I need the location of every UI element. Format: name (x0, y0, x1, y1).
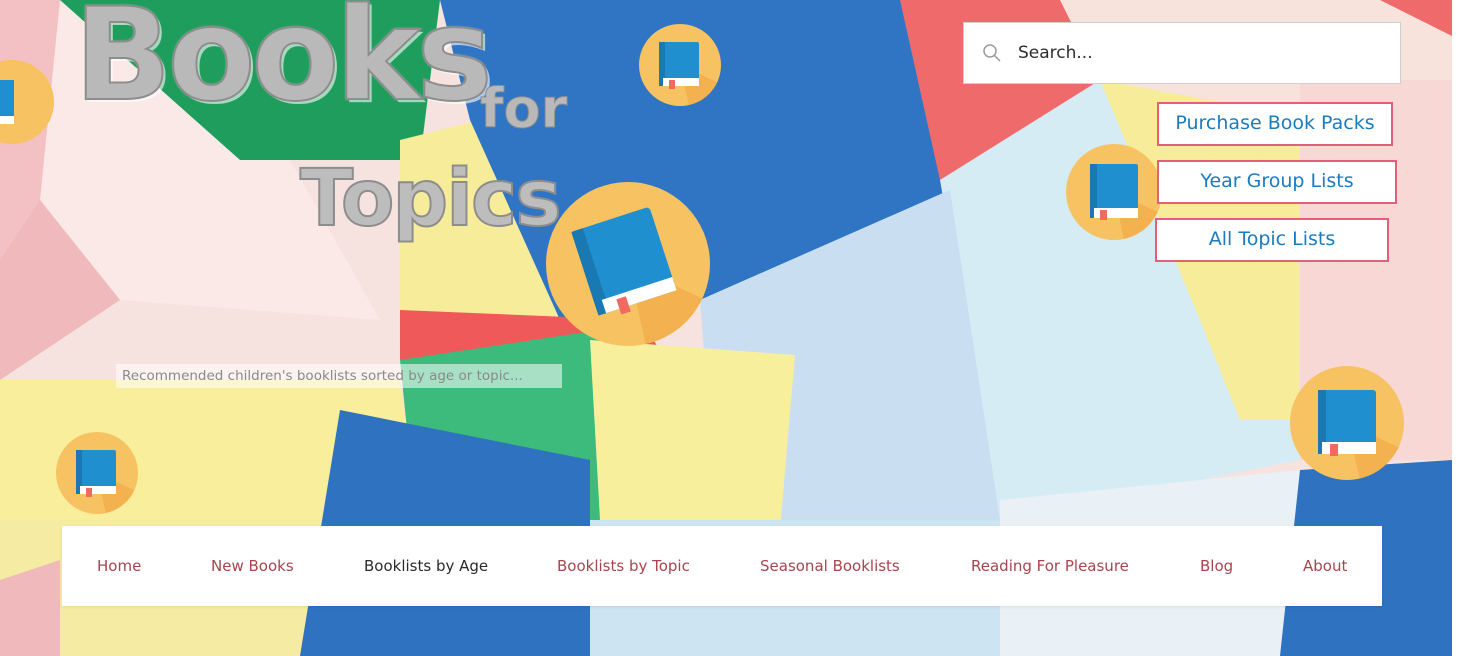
all-topic-lists-button[interactable]: All Topic Lists (1155, 218, 1389, 262)
nav-about[interactable]: About (1303, 526, 1347, 606)
logo-word-books[interactable]: Books (73, 0, 494, 121)
site-tagline: Recommended children's booklists sorted … (116, 364, 562, 388)
nav-blog[interactable]: Blog (1200, 526, 1233, 606)
main-nav: Home New Books Booklists by Age Booklist… (62, 526, 1382, 606)
book-icon (76, 450, 138, 514)
book-badge-top (639, 24, 721, 106)
book-badge-large (546, 182, 710, 346)
logo-word-topics[interactable]: Topics (299, 159, 563, 239)
search-input[interactable] (1016, 42, 1380, 64)
book-icon (0, 80, 14, 124)
nav-reading-for-pleasure[interactable]: Reading For Pleasure (971, 526, 1129, 606)
book-icon (659, 42, 721, 106)
nav-seasonal-booklists[interactable]: Seasonal Booklists (760, 526, 900, 606)
book-icon (571, 207, 710, 346)
search-box[interactable] (963, 22, 1401, 84)
search-icon (983, 44, 1001, 62)
nav-home[interactable]: Home (97, 526, 141, 606)
nav-new-books[interactable]: New Books (211, 526, 294, 606)
year-group-lists-button[interactable]: Year Group Lists (1157, 160, 1397, 204)
book-icon (1318, 390, 1404, 480)
page-header: Books for Topics Recommended children's … (0, 0, 1462, 656)
nav-booklists-by-age[interactable]: Booklists by Age (364, 526, 488, 606)
book-badge-left-bottom (56, 432, 138, 514)
logo-word-for[interactable]: for (479, 81, 567, 136)
purchase-book-packs-button[interactable]: Purchase Book Packs (1157, 102, 1393, 146)
book-badge-right-mid (1066, 144, 1162, 240)
book-badge-left-edge (0, 60, 54, 144)
book-badge-right-bottom (1290, 366, 1404, 480)
book-icon (1090, 164, 1162, 240)
nav-booklists-by-topic[interactable]: Booklists by Topic (557, 526, 690, 606)
